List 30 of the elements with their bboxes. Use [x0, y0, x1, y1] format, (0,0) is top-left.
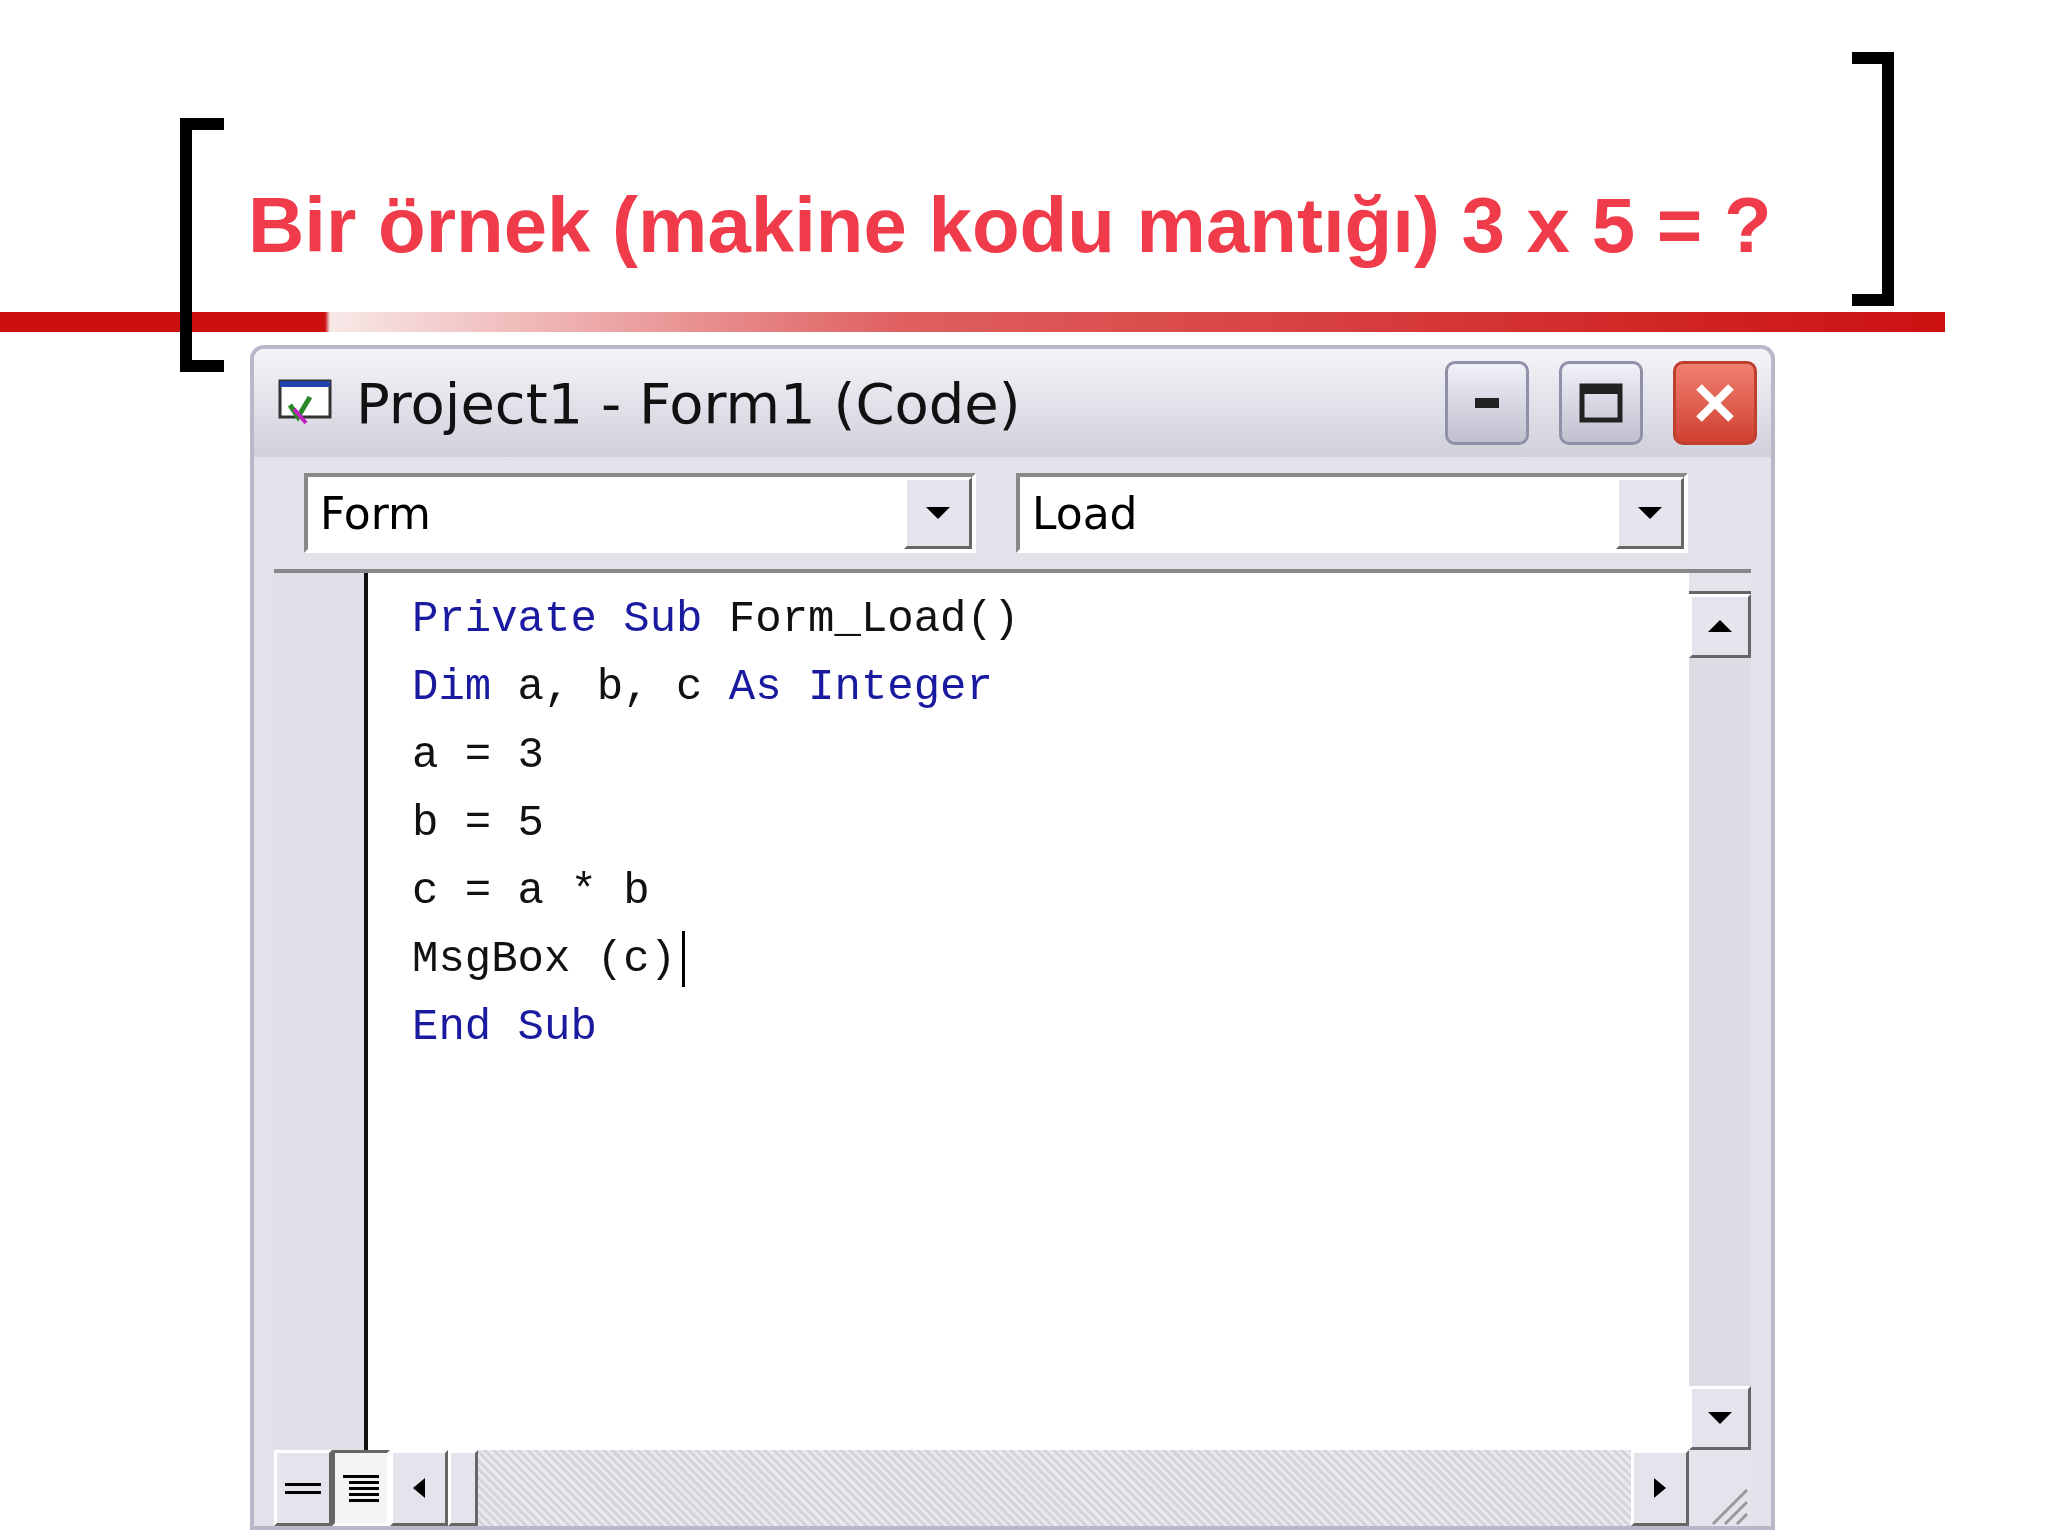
- procedure-combo[interactable]: Load: [1016, 473, 1688, 553]
- object-combo[interactable]: Form: [304, 473, 976, 553]
- code-line: Dim a, b, c As Integer: [412, 661, 994, 714]
- dropdown-button[interactable]: [904, 477, 972, 549]
- procedure-view-button[interactable]: [274, 1450, 332, 1526]
- code-line: End Sub: [412, 1001, 598, 1054]
- combo-value: Form: [319, 487, 432, 539]
- close-button[interactable]: [1673, 361, 1757, 445]
- minimize-icon: [1475, 398, 1499, 408]
- scroll-left-button[interactable]: [390, 1450, 448, 1526]
- lines-icon: [343, 1474, 379, 1502]
- scroll-down-button[interactable]: [1689, 1386, 1751, 1450]
- scroll-up-button[interactable]: [1689, 594, 1751, 658]
- code-line: Private Sub Form_Load(): [412, 593, 1021, 646]
- code-line: a = 3: [412, 729, 546, 782]
- full-module-view-button[interactable]: [332, 1450, 390, 1526]
- scroll-thumb[interactable]: [448, 1450, 478, 1526]
- slide-title: Bir örnek (makine kodu mantığı) 3 x 5 = ?: [248, 180, 1773, 270]
- window-title: Project1 - Form1 (Code): [356, 370, 1022, 436]
- code-line: MsgBox (c): [412, 925, 1689, 993]
- maximize-button[interactable]: [1559, 361, 1643, 445]
- scroll-right-button[interactable]: [1631, 1450, 1689, 1526]
- lines-icon: [285, 1482, 321, 1494]
- code-window-icon: [276, 379, 334, 427]
- minimize-button[interactable]: [1445, 361, 1529, 445]
- combo-value: Load: [1031, 487, 1139, 539]
- code-line: b = 5: [412, 797, 546, 850]
- dropdown-button[interactable]: [1616, 477, 1684, 549]
- maximize-icon: [1579, 383, 1623, 423]
- code-line: c = a * b: [412, 865, 651, 918]
